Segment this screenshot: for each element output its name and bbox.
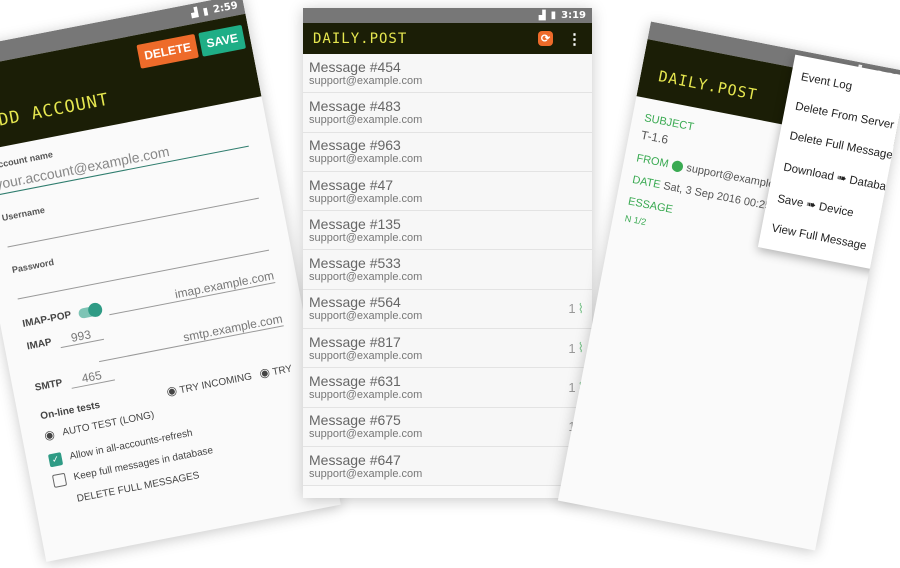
message-text: Message #564 support@example.com (309, 294, 422, 323)
app-bar: DAILY.POST ⟳ ⋮ (303, 23, 592, 54)
message-sender: support@example.com (309, 113, 423, 126)
message-list-screen: ▟ ▮ 3:19 DAILY.POST ⟳ ⋮ Message #454 supp… (303, 8, 592, 498)
checkbox-empty-icon (51, 472, 68, 488)
globe-icon: ◉ (42, 427, 56, 443)
smtp-label: SMTP (33, 377, 64, 394)
message-row[interactable]: Message #647 support@example.com (303, 446, 592, 487)
globe-icon: ◉ (165, 382, 179, 399)
paperclip-icon: ⌇ (577, 300, 584, 316)
message-sender: support@example.com (309, 231, 423, 244)
message-row[interactable]: Message #483 support@example.com (303, 93, 592, 133)
attachment-count: 1⌇ (568, 340, 584, 356)
imap-pop-label: IMAP-POP (21, 309, 73, 330)
message-sender: support@example.com (309, 349, 423, 362)
status-time: 2:59 (212, 0, 239, 16)
try-outgoing-button[interactable]: ◉ TRY (258, 361, 293, 381)
message-row[interactable]: Message #963 support@example.com (303, 132, 592, 172)
message-row[interactable]: Message #631support@example.com1⌇ (303, 368, 592, 408)
attachment-count-value: 1 (568, 340, 576, 356)
app-title: DAILY.POST (313, 30, 408, 47)
page-title: ADD ACCOUNT (0, 89, 111, 133)
imap-label: IMAP (25, 336, 53, 353)
message-text: Message #675 support@example.com (309, 412, 422, 441)
battery-icon: ▮ (550, 10, 557, 21)
message-sender: support@example.com (309, 74, 423, 87)
message-title: Message #135 (309, 215, 401, 232)
signal-icon: ▟ (538, 10, 546, 21)
paperclip-icon: ⌇ (577, 340, 584, 356)
message-sender: support@example.com (309, 467, 423, 480)
location-pin-icon: ⬤ (670, 159, 685, 174)
message-sender: support@example.com (309, 389, 423, 402)
sync-icon[interactable]: ⟳ (538, 31, 553, 46)
message-sender: support@example.com (309, 153, 423, 166)
message-list: Message #454 support@example.com Message #… (303, 54, 592, 487)
save-button[interactable]: SAVE (198, 24, 247, 57)
message-text: Message #533 support@example.com (309, 255, 422, 284)
status-time: 3:19 (561, 10, 586, 21)
imap-port-input[interactable]: 993 (57, 325, 105, 349)
message-title: Message #533 (309, 255, 401, 272)
add-account-screen: ▟ ▮ 2:59 DELETE SAVE ADD ACCOUNT Account… (0, 0, 341, 562)
date-label: DATE (631, 173, 662, 192)
message-sender: support@example.com (309, 428, 423, 441)
message-text: Message #817 support@example.com (309, 334, 422, 363)
message-title: Message #963 (309, 137, 401, 154)
try-outgoing-label: TRY (271, 363, 294, 379)
message-title: Message #675 (309, 412, 401, 429)
message-text: Message #483 support@example.com (309, 98, 422, 127)
message-text: Message #963 support@example.com (309, 137, 422, 166)
message-text: Message #631 support@example.com (309, 373, 422, 402)
message-title: Message #47 (309, 176, 394, 193)
message-row[interactable]: Message #533 support@example.com (303, 250, 592, 290)
message-text: Message #647 support@example.com (309, 452, 422, 481)
message-row[interactable]: Message #47 support@example.com (303, 171, 592, 212)
message-title: Message #454 (309, 58, 401, 75)
smtp-port-input[interactable]: 465 (68, 365, 115, 389)
online-tests-label: On-line tests (39, 399, 102, 422)
message-row[interactable]: Message #454 support@example.com (303, 54, 592, 94)
message-title: Message #564 (309, 294, 401, 311)
message-text: Message #135 support@example.com (309, 216, 422, 245)
checkbox-checked-icon: ✓ (47, 452, 64, 468)
message-detail-screen: ▟ ▮ 3:25 DAILY.POST SUBJECT T-1.6 FROM ⬤… (557, 21, 900, 551)
status-bar: ▟ ▮ 3:19 (303, 8, 592, 23)
delete-button[interactable]: DELETE (136, 33, 200, 69)
message-title: Message #631 (309, 373, 401, 390)
message-title: Message #817 (309, 333, 401, 350)
imap-pop-toggle[interactable] (78, 304, 102, 319)
from-label: FROM (635, 152, 670, 171)
message-text: Message #454 support@example.com (309, 59, 422, 88)
message-title: Message #647 (309, 451, 401, 468)
message-sender: support@example.com (309, 271, 423, 284)
message-row[interactable]: Message #817 support@example.com 1 ⌇ (303, 329, 592, 369)
message-title: Message #483 (309, 97, 401, 114)
battery-icon: ▮ (201, 5, 210, 18)
app-title: DAILY.POST (656, 67, 759, 104)
message-row[interactable]: Message #564 support@example.com 1 ⌇ (303, 289, 592, 330)
message-sender: support@example.com (309, 192, 423, 205)
more-options-icon[interactable]: ⋮ (567, 30, 582, 48)
attachment-count-value: 1 (568, 380, 576, 396)
message-row[interactable]: Message #675support@example.com1⌇ (303, 407, 592, 447)
message-text: Message #47 support@example.com (309, 177, 422, 206)
globe-icon: ◉ (258, 364, 272, 381)
message-sender: support@example.com (309, 310, 423, 323)
attachment-count-value: 1 (568, 301, 576, 317)
attachment-count: 1⌇ (568, 301, 584, 317)
message-row[interactable]: Message #135 support@example.com (303, 211, 592, 251)
signal-icon: ▟ (190, 7, 199, 20)
